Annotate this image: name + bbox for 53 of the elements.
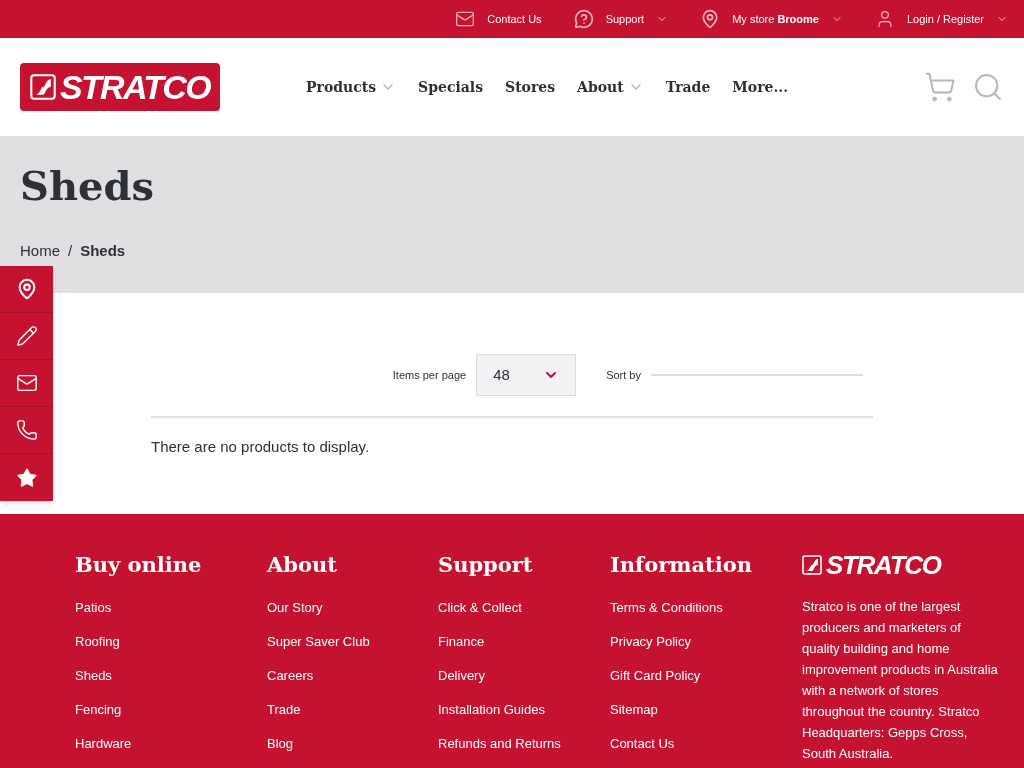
footer-link[interactable]: Sheds — [75, 666, 112, 686]
footer-heading: Information — [610, 554, 752, 575]
pencil-icon — [15, 325, 38, 347]
footer-link[interactable]: Careers — [267, 666, 314, 686]
footer-link[interactable]: Installation Guides — [438, 700, 545, 720]
footer-link[interactable]: Trade — [267, 700, 301, 720]
footer-heading: About — [267, 554, 337, 575]
sort-by-label: Sort by — [606, 367, 641, 383]
footer-logo: STRATCO — [802, 554, 1002, 576]
top-bar-link[interactable]: Contact Us — [455, 9, 542, 29]
footer-link[interactable]: Hardware — [75, 734, 132, 754]
footer-link[interactable]: Fencing — [75, 700, 122, 720]
breadcrumb-separator: / — [68, 241, 73, 261]
footer-link[interactable]: Terms & Conditions — [610, 598, 723, 618]
logo-mark-icon — [30, 74, 56, 100]
star-icon — [15, 466, 38, 489]
nav-link[interactable]: More... — [732, 76, 789, 98]
footer-heading: Buy online — [75, 554, 202, 575]
nav-link[interactable]: About — [577, 76, 644, 98]
footer-link[interactable]: Blog — [267, 734, 294, 754]
top-bar-link[interactable]: My store Broome — [700, 9, 843, 29]
mail-icon — [15, 372, 38, 394]
breadcrumb-link[interactable]: Home — [20, 240, 60, 263]
footer-heading: Support — [438, 554, 533, 575]
nav-link[interactable]: Products — [306, 76, 397, 98]
logo[interactable]: STRATCO — [20, 63, 220, 111]
page-title: Sheds — [20, 166, 154, 206]
top-bar-link[interactable]: Support — [573, 9, 669, 29]
footer-link[interactable]: Click & Collect — [438, 598, 522, 618]
empty-message: There are no products to display. — [151, 437, 370, 457]
nav-link[interactable]: Trade — [665, 76, 711, 98]
footer-link[interactable]: Finance — [438, 632, 485, 652]
footer-about-text: Stratco is one of the largest producers and marketers of quality building and home improvement products in Australia with a network of stores throughout the country. Stratco Headquarters: Gepps Cross, South Australia. — [802, 598, 999, 763]
top-bar-link[interactable]: Login / Register — [874, 9, 1008, 29]
breadcrumb-link[interactable]: Sheds — [80, 240, 126, 263]
nav-link[interactable]: Specials — [418, 76, 483, 98]
footer-link[interactable]: Our Story — [267, 598, 323, 618]
items-per-page-label: Items per page — [392, 367, 467, 383]
footer-link[interactable]: Privacy Policy — [610, 632, 691, 652]
mail-icon — [455, 9, 476, 29]
footer-link[interactable]: Delivery — [438, 666, 485, 686]
help-icon — [573, 9, 594, 29]
footer-link[interactable]: Gift Card Policy — [610, 666, 701, 686]
footer-link[interactable]: Contact Us — [610, 734, 675, 754]
footer-link[interactable]: Roofing — [75, 632, 120, 652]
logo-mark-icon — [802, 555, 822, 575]
footer-link[interactable]: Sitemap — [610, 700, 658, 720]
items-per-page-select[interactable]: 48 — [476, 354, 577, 396]
phone-icon — [15, 419, 38, 441]
footer-link[interactable]: Refunds and Returns — [438, 734, 561, 754]
footer-link[interactable]: Patios — [75, 598, 112, 618]
footer-link[interactable]: Super Saver Club — [267, 632, 370, 652]
nav-link[interactable]: Stores — [505, 76, 556, 98]
